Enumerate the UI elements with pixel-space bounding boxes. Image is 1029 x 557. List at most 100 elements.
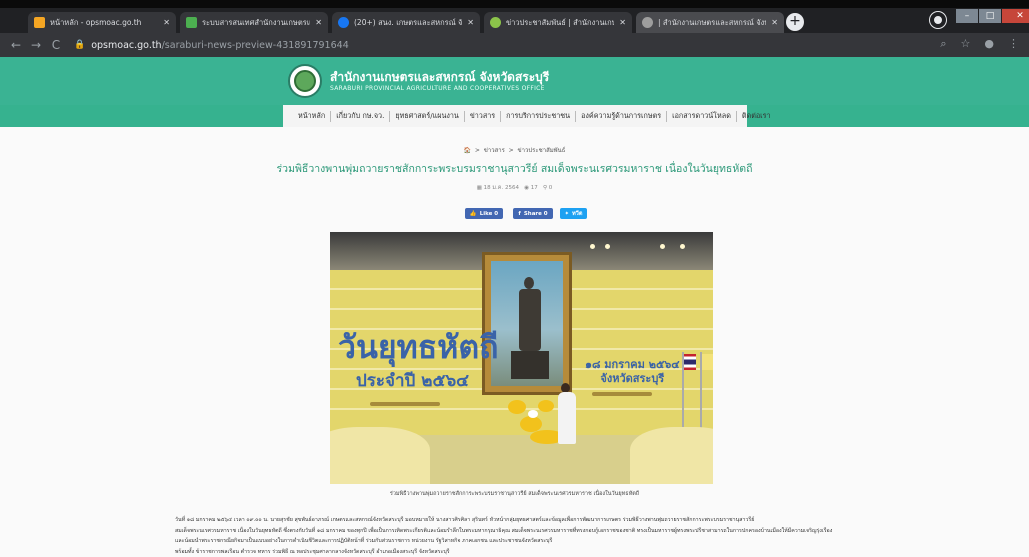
tab-favicon-icon [34, 17, 45, 28]
share-label: Share 0 [523, 210, 548, 217]
king-portrait [491, 261, 563, 386]
back-icon[interactable]: ← [6, 38, 26, 52]
like-label: Like 0 [479, 210, 499, 217]
photo-date-line1: ๑๘ มกราคม ๒๕๖๔ [585, 358, 680, 371]
article-views: 17 [530, 185, 538, 191]
menu-item-news[interactable]: ข่าวสาร [465, 110, 502, 122]
calendar-icon: ▦ [476, 185, 482, 191]
window-titlebar [0, 0, 1029, 8]
browser-tab-active[interactable]: | สำนักงานเกษตรและสหกรณ์ จังหวัด ✕ [636, 12, 784, 33]
photo-caption: ร่วมพิธีวางพานพุ่มถวายราชสักการะพระบรมรา… [389, 491, 640, 497]
home-icon[interactable]: 🏠 [464, 147, 471, 154]
reload-icon[interactable]: C [46, 38, 66, 52]
url-path: /saraburi-news-preview-431891791644 [161, 39, 349, 51]
browser-tab-3[interactable]: (20+) สนง. เกษตรและสหกรณ์ จังหวัด ✕ [332, 12, 480, 33]
menu-item-services[interactable]: การบริการประชาชน [501, 110, 577, 122]
breadcrumb-pr-news[interactable]: ข่าวประชาสัมพันธ์ [518, 147, 566, 154]
article-meta: ▦ 18 ม.ค. 2564 ◉ 17 ⚲ 0 [0, 184, 1029, 192]
stage-drape [630, 427, 713, 484]
tab-title: หน้าหลัก - opsmoac.go.th [50, 17, 142, 27]
facebook-icon [338, 17, 349, 28]
flower-arrangement [538, 400, 554, 412]
browser-tab-1[interactable]: หน้าหลัก - opsmoac.go.th ✕ [28, 12, 176, 33]
flower-arrangement [528, 410, 538, 418]
thai-flag [684, 354, 696, 370]
breadcrumb: 🏠 > ข่าวสาร > ข่าวประชาสัมพันธ์ [0, 145, 1029, 155]
body-paragraph: สมเด็จพระนเรศวรมหาราช เนื่องในวันยุทธหัต… [175, 527, 833, 534]
tab-title: ระบบสารสนเทศสำนักงานเกษตรและสหกรณ์ [202, 17, 311, 27]
royal-flag [702, 354, 713, 370]
menu-item-knowledge[interactable]: องค์ความรู้ด้านการเกษตร [576, 110, 668, 122]
menu-item-downloads[interactable]: เอกสารดาวน์โหลด [667, 110, 737, 122]
facebook-icon: f [518, 210, 521, 217]
lock-icon[interactable]: 🔒 [74, 40, 85, 50]
facebook-like-button[interactable]: 👍 Like 0 [465, 208, 503, 219]
facebook-share-button[interactable]: f Share 0 [513, 208, 553, 219]
menu-item-home[interactable]: หน้าหลัก [293, 110, 332, 122]
window-controls: – □ ✕ [955, 9, 1029, 23]
tab-favicon-icon [186, 17, 197, 28]
profile-icon[interactable] [930, 12, 946, 28]
ceiling-light [605, 244, 610, 249]
logo-emblem [294, 70, 316, 92]
url-field[interactable]: opsmoac.go.th/saraburi-news-preview-4318… [91, 40, 349, 51]
banner-swirl [370, 402, 440, 406]
tweet-label: ทวีต [572, 210, 583, 217]
thumbs-up-icon: 👍 [469, 210, 477, 217]
menu-item-about[interactable]: เกี่ยวกับ กษ.จว. [331, 110, 391, 122]
menu-item-strategy[interactable]: ยุทธศาสตร์/แผนงาน [390, 110, 465, 122]
tab-title: ข่าวประชาสัมพันธ์ | สำนักงานเกษตร [506, 17, 615, 27]
article-date: 18 ม.ค. 2564 [483, 185, 519, 191]
ceiling-light [660, 244, 665, 249]
zoom-search-icon[interactable]: ⌕ [940, 37, 946, 51]
tweet-button[interactable]: ✦ ทวีต [560, 208, 587, 219]
statue-base [511, 351, 549, 379]
tab-favicon-icon [642, 17, 653, 28]
photo-banner-sub: ประจำปี ๒๕๖๔ [356, 371, 469, 391]
body-paragraph: พร้อมทั้ง ข้าราชการพลเรือน ตำรวจ ทหาร ร่… [175, 548, 450, 555]
bookmark-star-icon[interactable]: ☆ [961, 37, 971, 51]
tab-favicon-icon [490, 17, 501, 28]
maximize-icon[interactable]: □ [979, 9, 1001, 23]
forward-icon[interactable]: → [26, 38, 46, 52]
account-icon[interactable]: ● [984, 37, 994, 51]
breadcrumb-separator: > [506, 147, 516, 154]
browser-tab-4[interactable]: ข่าวประชาสัมพันธ์ | สำนักงานเกษตร ✕ [484, 12, 632, 33]
minimize-icon[interactable]: – [956, 9, 978, 23]
ceiling-light [590, 244, 595, 249]
photo-date-line2: จังหวัดสระบุรี [600, 372, 665, 385]
web-page: สำนักงานเกษตรและสหกรณ์ จังหวัดสระบุรี SA… [0, 57, 1029, 557]
url-domain: opsmoac.go.th [91, 39, 162, 51]
breadcrumb-separator: > [472, 147, 482, 154]
photo-banner-date: ๑๘ มกราคม ๒๕๖๔ จังหวัดสระบุรี [585, 358, 680, 386]
address-bar: ← → C 🔒 opsmoac.go.th/saraburi-news-prev… [0, 33, 1029, 57]
toolbar-icons: ⌕ ☆ ● ⋮ [940, 37, 1019, 51]
tab-close-icon[interactable]: ✕ [771, 18, 778, 27]
more-menu-icon[interactable]: ⋮ [1008, 37, 1019, 51]
tab-close-icon[interactable]: ✕ [467, 18, 474, 27]
body-paragraph: วันที่ ๑๘ มกราคม ๒๕๖๔ เวลา ๐๙.๐๐ น. นายส… [175, 517, 755, 523]
ceiling-light [680, 244, 685, 249]
body-paragraph: และน้อมนำพระราชกรณียกิจมาเป็นแบบอย่างในก… [175, 538, 553, 544]
site-logo-icon[interactable] [288, 64, 322, 98]
article-body: วันที่ ๑๘ มกราคม ๒๕๖๔ เวลา ๐๙.๐๐ น. นายส… [175, 515, 875, 557]
article-title: ร่วมพิธีวางพานพุ่มถวายราชสักการะพระบรมรา… [276, 163, 753, 175]
views-eye-icon: ◉ [524, 185, 530, 191]
window-close-icon[interactable]: ✕ [1002, 9, 1029, 23]
site-subtitle: SARABURI PROVINCIAL AGRICULTURE AND COOP… [330, 85, 545, 92]
browser-tab-2[interactable]: ระบบสารสนเทศสำนักงานเกษตรและสหกรณ์ ✕ [180, 12, 328, 33]
menu-item-contact[interactable]: ติดต่อเรา [737, 111, 776, 122]
tab-close-icon[interactable]: ✕ [163, 18, 170, 27]
browser-tab-strip: หน้าหลัก - opsmoac.go.th ✕ ระบบสารสนเทศส… [0, 0, 1029, 33]
tab-title: | สำนักงานเกษตรและสหกรณ์ จังหวัด [658, 17, 767, 27]
article-photo[interactable]: วันยุทธหัตถี ประจำปี ๒๕๖๔ ๑๘ มกราคม ๒๕๖๔… [330, 232, 713, 484]
flower-arrangement [520, 416, 542, 432]
tab-title: (20+) สนง. เกษตรและสหกรณ์ จังหวัด [354, 17, 463, 27]
tab-close-icon[interactable]: ✕ [315, 18, 322, 27]
breadcrumb-news[interactable]: ข่าวสาร [484, 147, 505, 154]
flower-arrangement [508, 400, 526, 414]
tab-close-icon[interactable]: ✕ [619, 18, 626, 27]
new-tab-button[interactable]: + [786, 13, 804, 31]
twitter-icon: ✦ [564, 210, 570, 217]
official-person [558, 392, 576, 444]
